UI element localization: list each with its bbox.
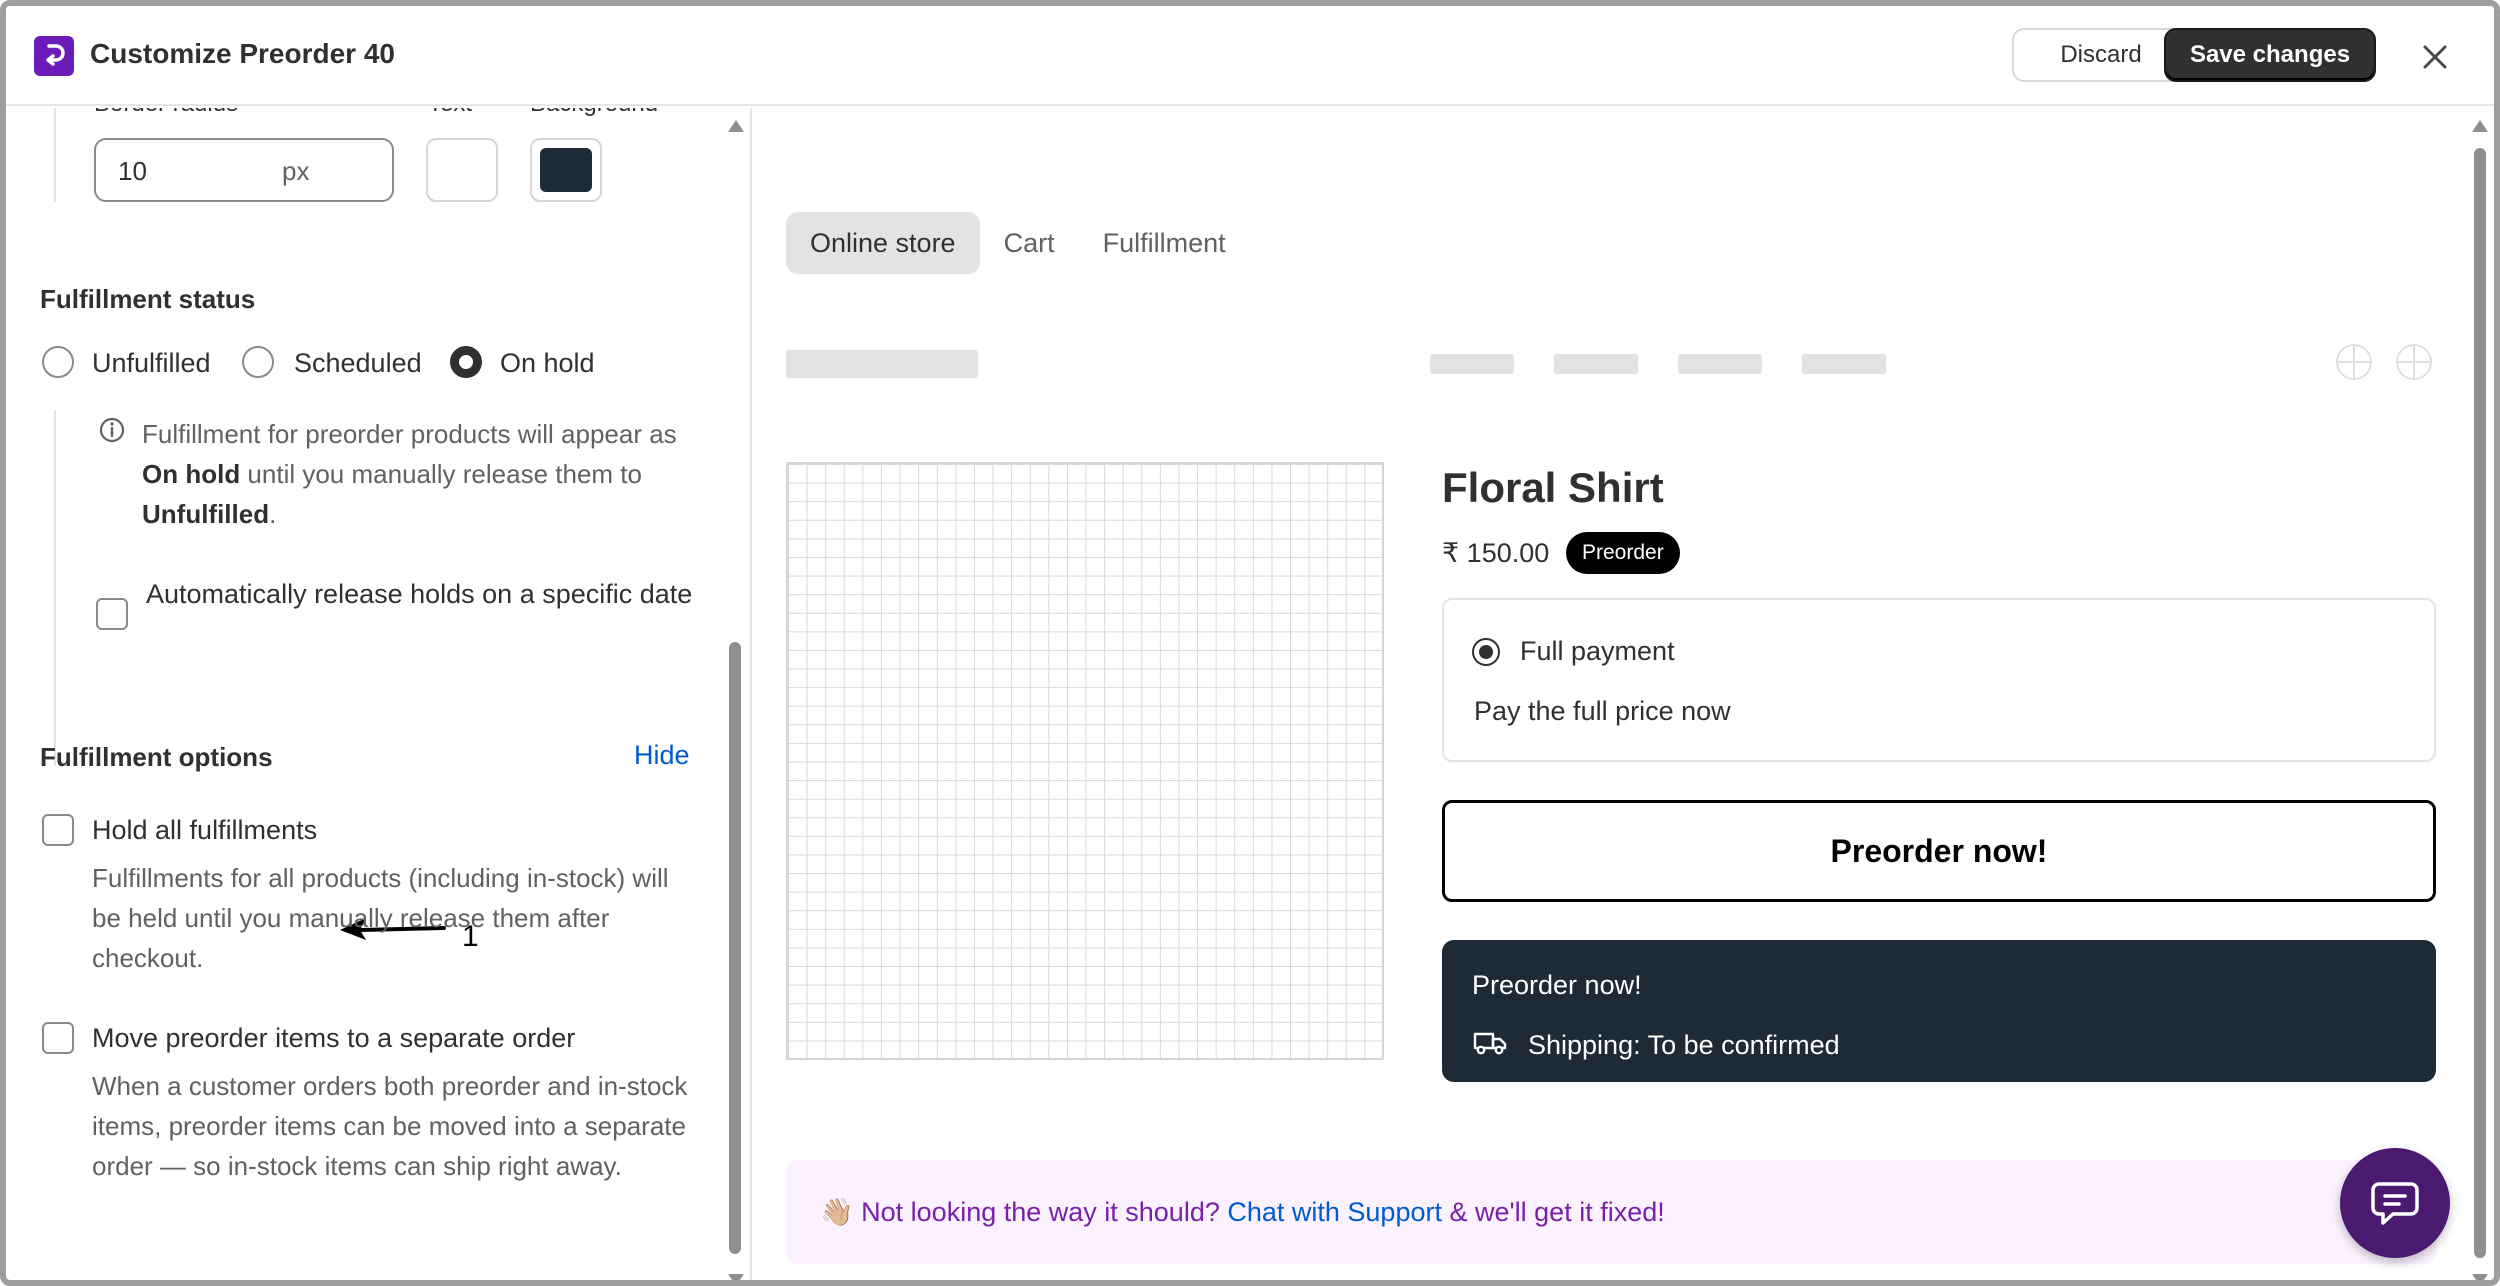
separate-order-label: Move preorder items to a separate order xyxy=(92,1023,576,1053)
preview-tabs: Online store Cart Fulfillment xyxy=(786,212,1250,274)
settings-scrollbar[interactable] xyxy=(726,114,744,1280)
page-title: Customize Preorder 40 xyxy=(90,38,395,69)
radio-unfulfilled-label: Unfulfilled xyxy=(92,348,211,378)
section-indent-line xyxy=(54,108,56,202)
preorder-info-title: Preorder now! xyxy=(1472,970,1642,1000)
scrollbar-thumb[interactable] xyxy=(2474,148,2486,1258)
text-color-swatch[interactable] xyxy=(426,138,498,202)
fulfillment-status-title: Fulfillment status xyxy=(40,284,256,314)
radio-on-hold[interactable] xyxy=(450,346,482,378)
preview-scrollbar[interactable] xyxy=(2470,112,2490,1280)
app-window: Customize Preorder 40 Discard Save chang… xyxy=(0,0,2500,1286)
hide-link[interactable]: Hide xyxy=(634,740,690,771)
text-color-label: Text xyxy=(428,108,472,118)
app-logo-icon xyxy=(34,36,74,76)
globe-icon xyxy=(2336,344,2372,380)
chat-support-button[interactable] xyxy=(2340,1148,2450,1258)
radio-scheduled[interactable] xyxy=(242,346,274,378)
preorder-info-box: Preorder now! Shipping: To be confirmed xyxy=(1442,940,2436,1082)
tab-cart[interactable]: Cart xyxy=(980,212,1079,274)
product-title: Floral Shirt xyxy=(1442,464,1664,511)
background-color-swatch[interactable] xyxy=(530,138,602,202)
preview-panel: Online store Cart Fulfillment Floral Shi… xyxy=(754,108,2494,1280)
globe-icon xyxy=(2396,344,2432,380)
on-hold-info-text: Fulfillment for preorder products will a… xyxy=(142,419,677,529)
scroll-up-icon[interactable] xyxy=(2472,120,2488,132)
settings-panel: Border radius Text Background 10 px Fulf… xyxy=(6,108,752,1280)
radio-unfulfilled[interactable] xyxy=(42,346,74,378)
tab-online-store[interactable]: Online store xyxy=(786,212,980,274)
skeleton-logo xyxy=(786,350,978,378)
radio-scheduled-label: Scheduled xyxy=(294,348,422,378)
hold-all-help: Fulfillments for all products (including… xyxy=(92,863,669,973)
border-radius-unit: px xyxy=(282,156,310,186)
full-payment-description: Pay the full price now xyxy=(1474,696,1731,726)
product-price: ₹ 150.00 xyxy=(1442,538,1550,568)
skeleton-nav-item xyxy=(1678,354,1762,374)
auto-release-label: Automatically release holds on a specifi… xyxy=(146,579,693,609)
payment-option-box[interactable]: Full payment Pay the full price now xyxy=(1442,598,2436,762)
border-radius-label: Border radius xyxy=(94,108,238,118)
scroll-down-icon[interactable] xyxy=(728,1274,744,1280)
skeleton-nav-item xyxy=(1554,354,1638,374)
border-radius-input[interactable]: 10 px xyxy=(94,138,394,202)
radio-on-hold-label: On hold xyxy=(500,348,595,378)
separate-order-help: When a customer orders both preorder and… xyxy=(92,1071,688,1181)
skeleton-nav-item xyxy=(1430,354,1514,374)
separate-order-checkbox[interactable] xyxy=(42,1022,74,1054)
scroll-up-icon[interactable] xyxy=(728,120,744,132)
full-payment-radio[interactable] xyxy=(1472,638,1500,666)
chat-with-support-link[interactable]: Chat with Support xyxy=(1227,1197,1442,1227)
wave-icon: 👋🏼 xyxy=(820,1197,854,1227)
background-color-label: Background xyxy=(530,108,658,118)
product-image-placeholder xyxy=(786,462,1384,1060)
shipping-text: Shipping: To be confirmed xyxy=(1528,1030,1840,1060)
info-icon xyxy=(98,416,126,444)
preorder-now-button[interactable]: Preorder now! xyxy=(1442,800,2436,902)
hold-all-checkbox[interactable] xyxy=(42,814,74,846)
close-icon[interactable] xyxy=(2414,36,2456,78)
skeleton-nav-item xyxy=(1802,354,1886,374)
support-banner: 👋🏼 Not looking the way it should? Chat w… xyxy=(786,1160,2436,1264)
truck-icon xyxy=(1473,1032,1507,1055)
full-payment-label: Full payment xyxy=(1520,636,1675,666)
fulfillment-options-title: Fulfillment options xyxy=(40,742,273,772)
support-text: 👋🏼 Not looking the way it should? Chat w… xyxy=(820,1197,1665,1227)
section-indent-line xyxy=(54,410,56,766)
save-changes-button[interactable]: Save changes xyxy=(2164,28,2376,82)
chat-bubble-icon xyxy=(2371,1182,2419,1225)
preorder-badge: Preorder xyxy=(1566,532,1680,574)
hold-all-label: Hold all fulfillments xyxy=(92,815,318,845)
scroll-down-icon[interactable] xyxy=(2472,1274,2488,1280)
tab-fulfillment[interactable]: Fulfillment xyxy=(1079,212,1250,274)
auto-release-checkbox[interactable] xyxy=(96,598,128,630)
header: Customize Preorder 40 Discard Save chang… xyxy=(6,6,2494,106)
border-radius-value: 10 xyxy=(118,156,147,186)
scrollbar-thumb[interactable] xyxy=(729,642,741,1254)
